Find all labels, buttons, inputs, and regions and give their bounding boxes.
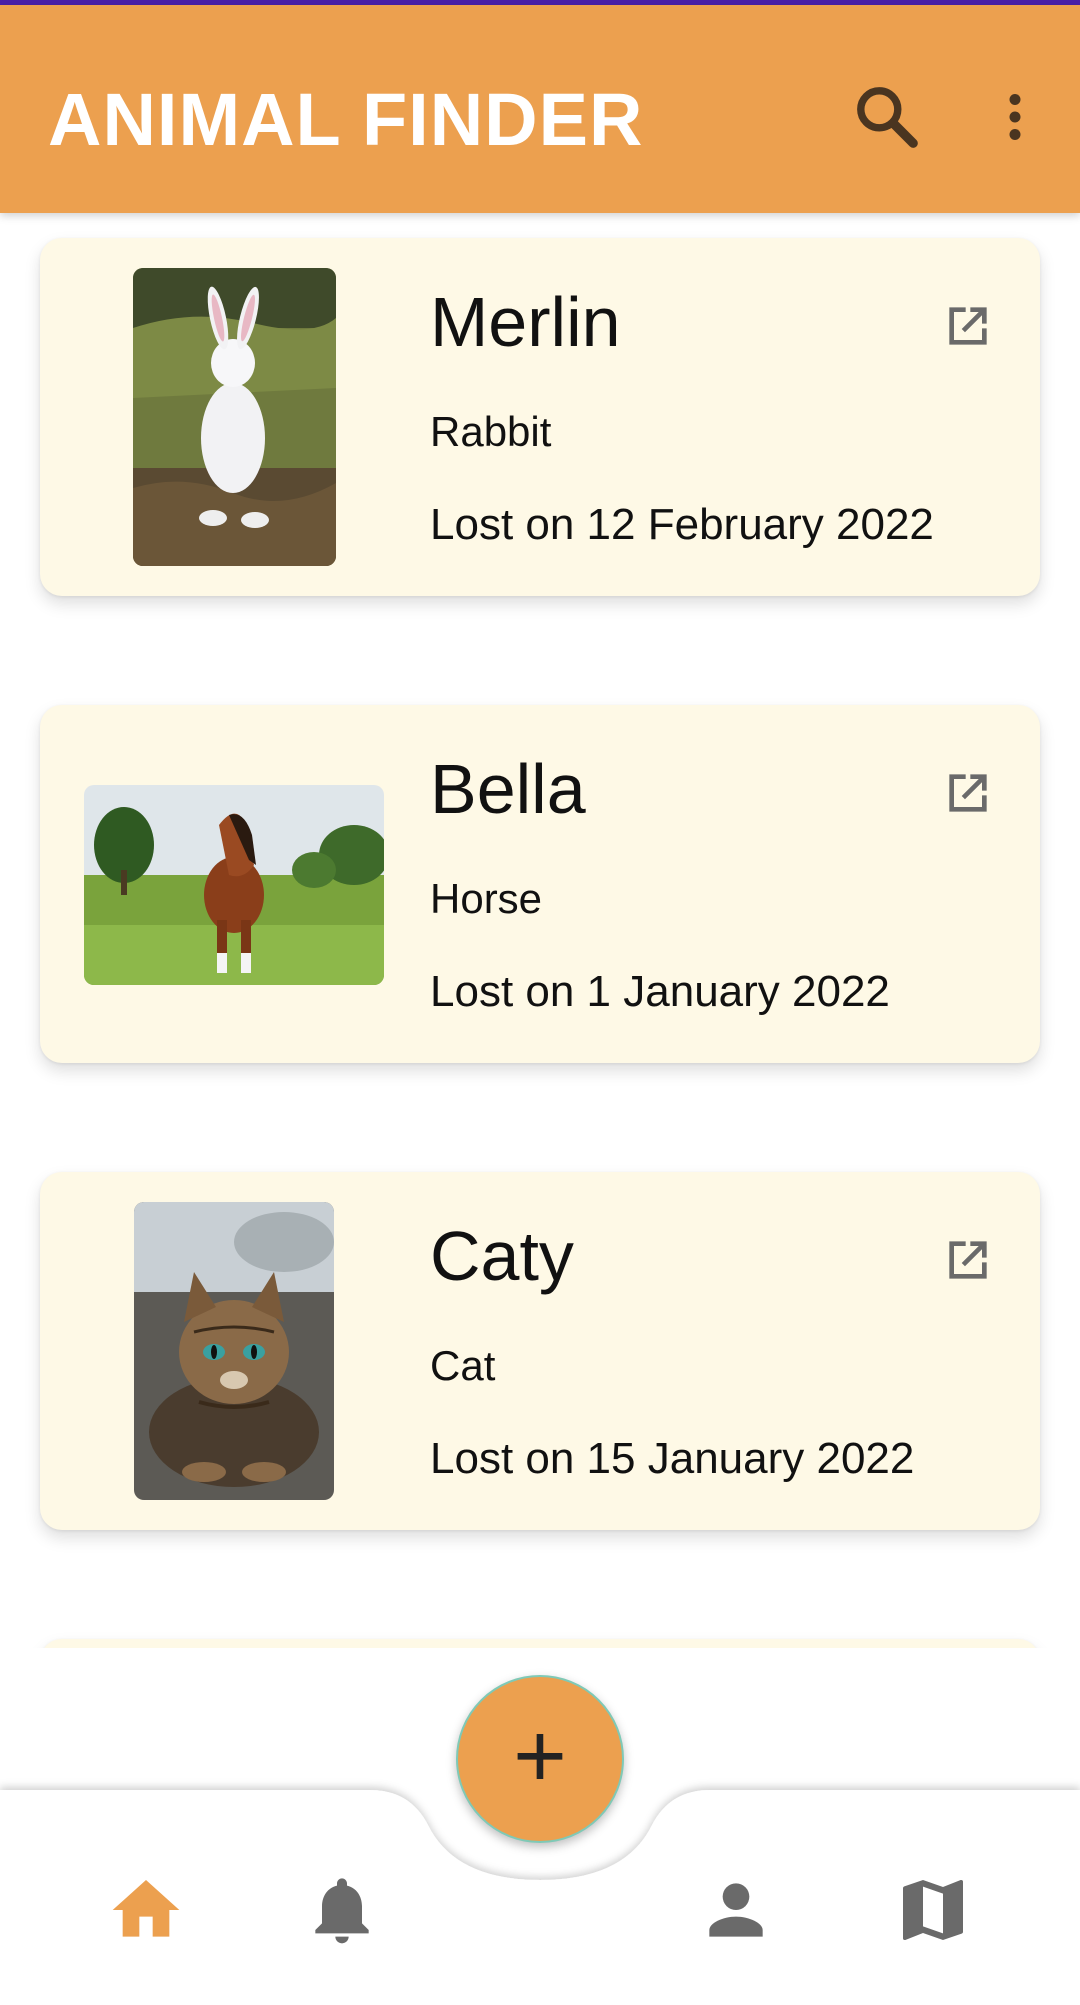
animal-card[interactable]: Caty Cat Lost on 15 January 2022	[40, 1172, 1040, 1530]
animal-species: Horse	[430, 875, 543, 922]
animal-name: Caty	[430, 1217, 574, 1295]
more-vert-icon	[1009, 94, 1021, 140]
open-details-button[interactable]	[940, 298, 996, 354]
animal-species: Rabbit	[430, 408, 552, 455]
app-title: ANIMAL FINDER	[48, 78, 644, 161]
map-icon	[903, 1880, 963, 1940]
lost-date: Lost on 1 January 2022	[430, 967, 890, 1016]
animal-name: Bella	[430, 750, 586, 828]
lost-date: Lost on 12 February 2022	[430, 500, 934, 549]
nav-profile[interactable]	[696, 1870, 776, 1950]
home-icon	[112, 1880, 180, 1937]
animal-card[interactable]: Merlin Rabbit Lost on 12 February 2022	[40, 238, 1040, 596]
animal-name: Merlin	[430, 283, 621, 361]
animal-photo-horse	[84, 785, 384, 985]
animal-species: Cat	[430, 1342, 496, 1389]
animal-photo-rabbit	[133, 268, 336, 566]
open-details-button[interactable]	[940, 1232, 996, 1288]
open-details-button[interactable]	[940, 765, 996, 821]
open-in-new-icon	[949, 774, 987, 812]
add-animal-fab[interactable]: +	[456, 1675, 624, 1843]
bell-icon	[315, 1878, 369, 1944]
animal-card[interactable]: Bella Horse Lost on 1 January 2022	[40, 705, 1040, 1063]
add-icon: +	[513, 1705, 567, 1807]
app-bar: ANIMAL FINDER	[0, 5, 1080, 213]
nav-home[interactable]	[106, 1870, 186, 1950]
nav-map[interactable]	[893, 1870, 973, 1950]
more-options-button[interactable]	[985, 80, 1045, 154]
search-button[interactable]	[850, 80, 924, 154]
search-icon	[857, 87, 918, 148]
lost-date: Lost on 15 January 2022	[430, 1434, 915, 1483]
open-in-new-icon	[949, 1241, 987, 1279]
animal-list[interactable]: Merlin Rabbit Lost on 12 February 2022 B…	[0, 213, 1080, 1648]
open-in-new-icon	[949, 307, 987, 345]
animal-photo-cat	[134, 1202, 334, 1500]
person-icon	[709, 1883, 763, 1937]
nav-notifications[interactable]	[302, 1870, 382, 1950]
